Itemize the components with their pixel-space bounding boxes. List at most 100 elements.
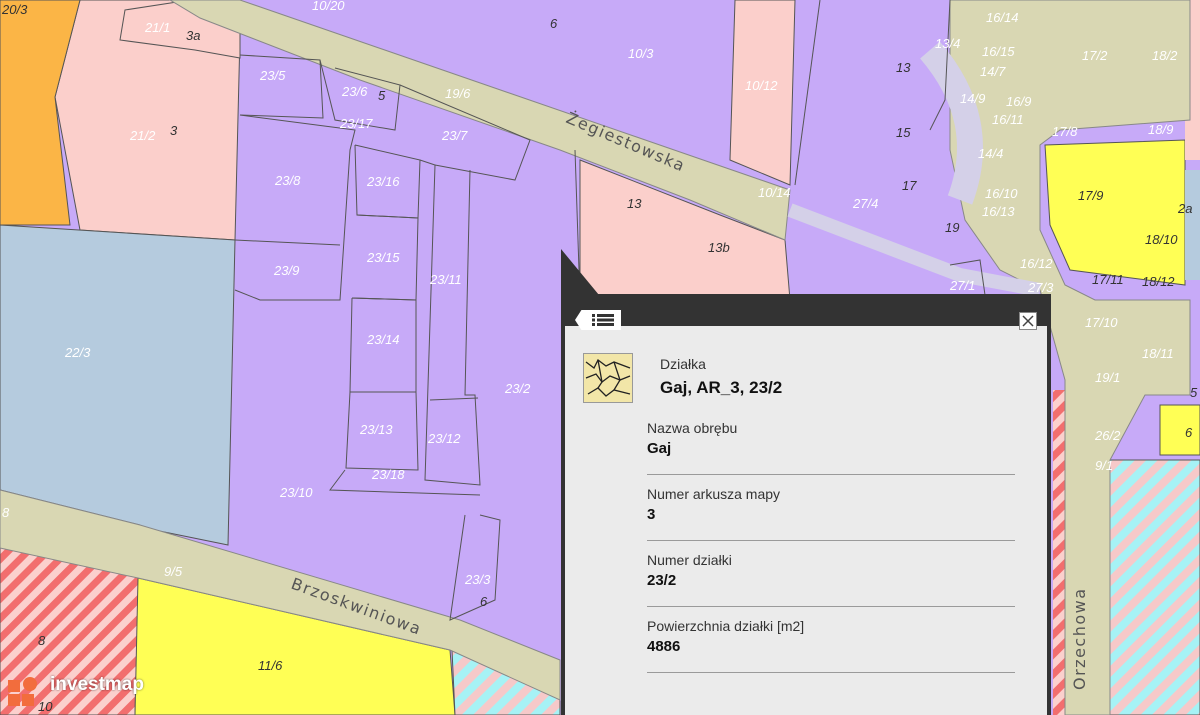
parcel-label-17-9: 17/9 — [1078, 188, 1103, 203]
parcel-label-5-east: 5 — [1190, 385, 1198, 400]
parcel-label-23-2: 23/2 — [504, 381, 531, 396]
parcel-label-14-9: 14/9 — [960, 91, 985, 106]
hatched-area-east[interactable] — [1109, 459, 1200, 715]
field-value: 4886 — [647, 638, 681, 655]
parcel-label-16-9: 16/9 — [1006, 94, 1031, 109]
parcel-label-23-8: 23/8 — [274, 173, 301, 188]
parcel-title: Gaj, AR_3, 23/2 — [660, 378, 783, 397]
parcel-label-9-1: 9/1 — [1095, 458, 1113, 473]
parcel-label-13-east: 13 — [896, 60, 911, 75]
parcel-label-23-3: 23/3 — [464, 572, 491, 587]
close-icon — [1022, 315, 1034, 327]
field-value: 23/2 — [647, 572, 677, 589]
parcel-label-23-7: 23/7 — [441, 128, 468, 143]
parcel-label-19-6: 19/6 — [445, 86, 471, 101]
parcel-label-17: 17 — [902, 178, 917, 193]
parcel-label-18-11: 18/11 — [1142, 346, 1174, 361]
parcel-map-icon — [585, 359, 631, 397]
parcel-label-14-4: 14/4 — [978, 146, 1003, 161]
parcel-label-26-2: 26/2 — [1094, 428, 1121, 443]
parcel-label-23-10: 23/10 — [279, 485, 313, 500]
parcel-label-23-9: 23/9 — [273, 263, 299, 278]
parcel-label-18-2: 18/2 — [1152, 48, 1178, 63]
popup-header — [565, 298, 1047, 330]
parcel-label-13-north: 13 — [627, 196, 642, 211]
parcel-layer-thumbnail — [583, 353, 633, 403]
parcel-label-16-13: 16/13 — [982, 204, 1015, 219]
field-name: Nazwa obrębu — [647, 420, 738, 436]
parcel-label-27-1: 27/1 — [949, 278, 975, 293]
parcel-label-18-12: 18/12 — [1142, 274, 1175, 289]
parcel-label-10-20: 10/20 — [312, 0, 345, 13]
close-button[interactable] — [1019, 312, 1037, 330]
parcel-label-16-12: 16/12 — [1020, 256, 1053, 271]
parcel-label-23-11: 23/11 — [429, 272, 462, 287]
parcel-label-16-11: 16/11 — [992, 112, 1024, 127]
parcel-label-17-8: 17/8 — [1052, 124, 1078, 139]
parcel-label-10-12: 10/12 — [745, 78, 778, 93]
parcel-label-3: 3 — [170, 123, 178, 138]
parcel-label-23-12: 23/12 — [427, 431, 461, 446]
parcel-label-17-11: 17/11 — [1092, 272, 1124, 287]
parcel-label-23-14: 23/14 — [366, 332, 400, 347]
parcel-22-3[interactable] — [0, 224, 236, 546]
investmap-watermark: investmap — [8, 672, 168, 712]
parcel-label-21-2: 21/2 — [129, 128, 156, 143]
parcel-label-19-1: 19/1 — [1095, 370, 1120, 385]
watermark-text: investmap — [50, 674, 144, 695]
parcel-info-popup: Działka Gaj, AR_3, 23/2 Nazwa obrębu Gaj… — [561, 294, 1051, 715]
parcel-label-10-14: 10/14 — [758, 185, 791, 200]
parcel-label-18-10: 18/10 — [1145, 232, 1178, 247]
parcel-label-22-3: 22/3 — [64, 345, 91, 360]
parcel-label-13b: 13b — [708, 240, 730, 255]
investmap-logo-icon — [8, 677, 37, 706]
hatched-strip — [1053, 390, 1065, 715]
parcel-label-20-3: 20/3 — [1, 2, 28, 17]
parcel-label-21-1: 21/1 — [144, 20, 170, 35]
parcel-label-23-6: 23/6 — [341, 84, 368, 99]
parcel-label-17-2: 17/2 — [1082, 48, 1108, 63]
field-powierzchnia: Powierzchnia działki [m2] 4886 — [647, 618, 1015, 673]
parcel-label-23-17: 23/17 — [339, 116, 373, 131]
parcel-label-13-4: 13/4 — [935, 36, 960, 51]
field-nazwa-obrebu: Nazwa obrębu Gaj — [647, 420, 1015, 475]
results-list-button[interactable] — [575, 310, 621, 330]
parcel-label-9-5: 9/5 — [164, 564, 183, 579]
parcel-label-23-13: 23/13 — [359, 422, 393, 437]
parcel-label-6-east: 6 — [1185, 425, 1193, 440]
parcel-label-8-south: 8 — [38, 633, 46, 648]
parcel-label-10-3: 10/3 — [628, 46, 654, 61]
list-icon — [592, 314, 614, 326]
parcel-label-23-16: 23/16 — [366, 174, 400, 189]
field-name: Powierzchnia działki [m2] — [647, 618, 805, 634]
parcel-label-14-7: 14/7 — [980, 64, 1006, 79]
field-name: Numer działki — [647, 552, 732, 568]
parcel-label-18-9: 18/9 — [1148, 122, 1173, 137]
parcel-label-23-15: 23/15 — [366, 250, 400, 265]
field-value: Gaj — [647, 440, 672, 457]
field-value: 3 — [647, 506, 656, 523]
parcel-label-23-18: 23/18 — [371, 467, 405, 482]
parcel-label-23-5: 23/5 — [259, 68, 286, 83]
parcel-label-8-edge: 8 — [2, 505, 10, 520]
parcel-label-15: 15 — [896, 125, 911, 140]
field-numer-arkusza: Numer arkusza mapy 3 — [647, 486, 1015, 541]
field-name: Numer arkusza mapy — [647, 486, 781, 502]
parcel-label-27-3: 27/3 — [1027, 280, 1054, 295]
parcel-label-16-15: 16/15 — [982, 44, 1015, 59]
parcel-label-16-10: 16/10 — [985, 186, 1018, 201]
parcel-label-6-south: 6 — [480, 594, 488, 609]
parcel-label-27-4: 27/4 — [852, 196, 878, 211]
popup-pointer — [561, 249, 599, 295]
field-numer-dzialki: Numer działki 23/2 — [647, 552, 1015, 607]
parcel-label-3a: 3a — [186, 28, 200, 43]
parcel-label-17-10: 17/10 — [1085, 315, 1118, 330]
parcel-label-19: 19 — [945, 220, 959, 235]
layer-type-label: Działka — [660, 356, 706, 372]
street-label-orzechowa: Orzechowa — [1070, 587, 1089, 690]
parcel-6-right[interactable] — [1159, 404, 1200, 456]
parcel-label-6-north: 6 — [550, 16, 558, 31]
parcel-label-2a: 2a — [1177, 201, 1192, 216]
parcel-label-16-14: 16/14 — [986, 10, 1019, 25]
parcel-edge-east-2 — [1185, 170, 1200, 280]
